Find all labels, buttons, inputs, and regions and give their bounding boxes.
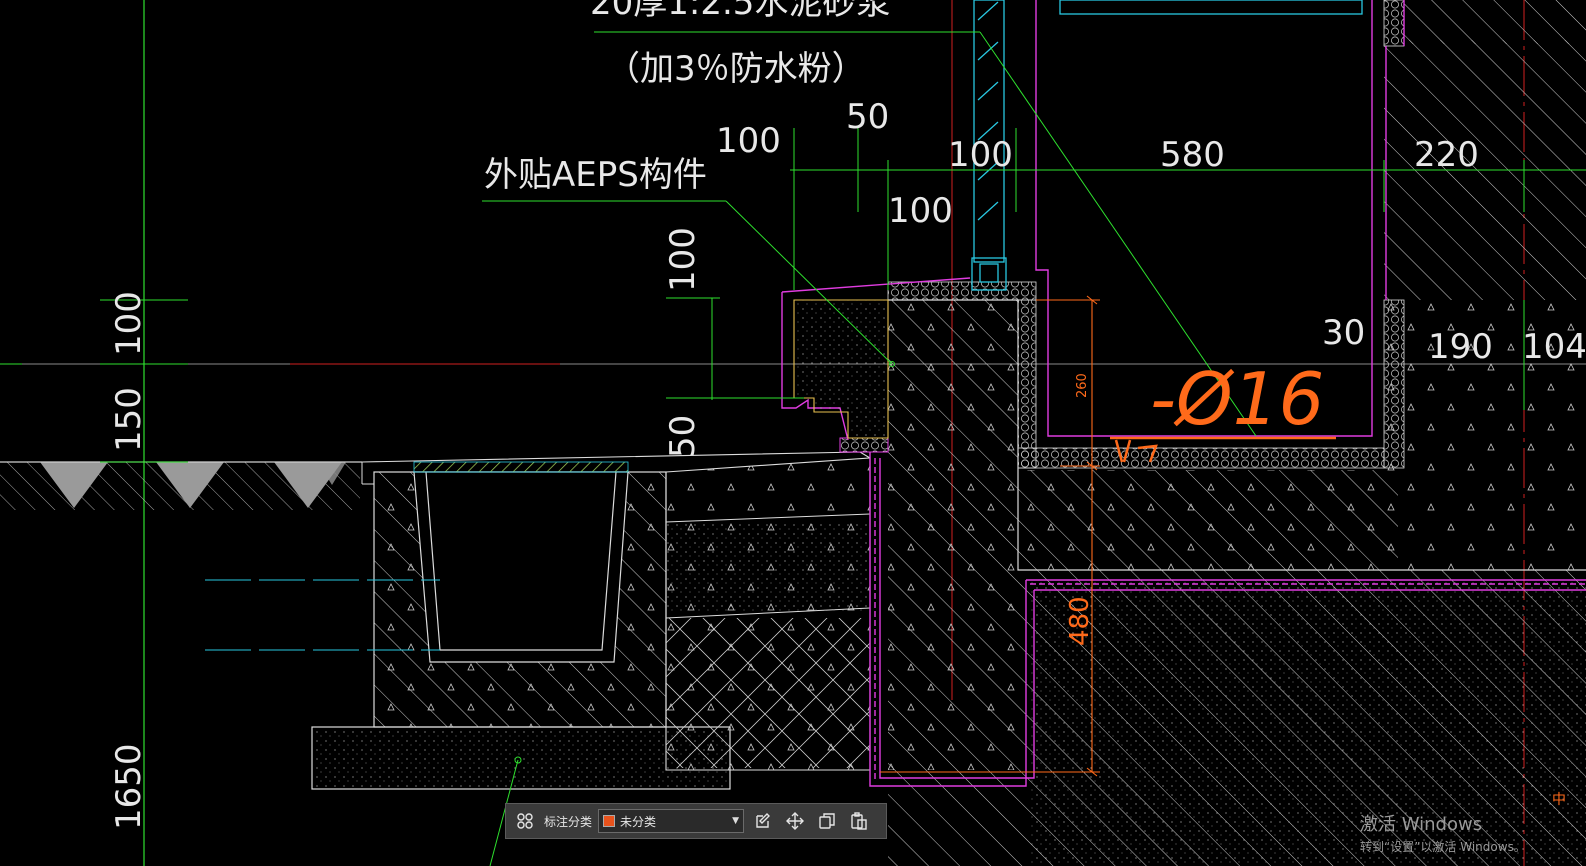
dim-left-1650: 1650: [109, 743, 149, 830]
dim-orange-260: 260: [1075, 373, 1090, 398]
annotation-class-label: 标注分类: [544, 814, 593, 829]
callout-waterproof-powder: （加3％防水粉）: [606, 49, 866, 89]
dim-orange-480: 480: [1065, 596, 1095, 646]
dim-right-190: 190: [1428, 327, 1493, 367]
dim-top-580: 580: [1160, 135, 1225, 175]
windows-activation-watermark: 激活 Windows 转到“设置”以激活 Windows。: [1360, 810, 1526, 855]
handwritten-rebar-note: -Ø16: [1150, 357, 1324, 441]
drainage-trench: [205, 461, 731, 790]
aeps-component: [793, 299, 895, 439]
dim-left-100: 100: [109, 291, 149, 356]
annotation-toolbar: 标注分类 未分类 ▼: [505, 803, 887, 839]
dim-top-100-a: 100: [716, 121, 781, 161]
callout-aeps: 外贴AEPS构件: [484, 155, 707, 195]
dim-right-30: 30: [1322, 313, 1365, 353]
move-icon[interactable]: [782, 808, 808, 834]
copy-icon[interactable]: [814, 808, 840, 834]
dim-left-150: 150: [109, 387, 149, 452]
dim-mid-100: 100: [663, 227, 703, 292]
dim-top-100-c: 100: [948, 135, 1013, 175]
cad-drawing-canvas[interactable]: 20厚1:2.5水泥砂浆 （加3％防水粉） 外贴AEPS构件 100 50 10…: [0, 0, 1586, 866]
ground-surface: [0, 461, 362, 510]
dim-top-50: 50: [846, 97, 889, 137]
watermark-subtitle: 转到“设置”以激活 Windows。: [1360, 840, 1526, 854]
annotation-class-dropdown[interactable]: 未分类 ▼: [598, 809, 745, 833]
callout-mortar: 20厚1:2.5水泥砂浆: [590, 0, 890, 23]
grid-menu-icon[interactable]: [512, 808, 538, 834]
edit-icon[interactable]: [750, 808, 776, 834]
watermark-title: 激活 Windows: [1360, 814, 1483, 835]
chevron-down-icon: ▼: [732, 816, 740, 826]
dim-right-104: 104: [1522, 327, 1586, 367]
class-color-swatch: [603, 815, 616, 827]
dim-mid-50: 50: [663, 415, 703, 458]
paste-icon[interactable]: [846, 808, 872, 834]
dim-top-220: 220: [1414, 135, 1479, 175]
class-dropdown-value: 未分类: [620, 814, 657, 829]
corner-glyph: 中: [1552, 792, 1566, 808]
dim-top-100-b: 100: [888, 191, 953, 231]
